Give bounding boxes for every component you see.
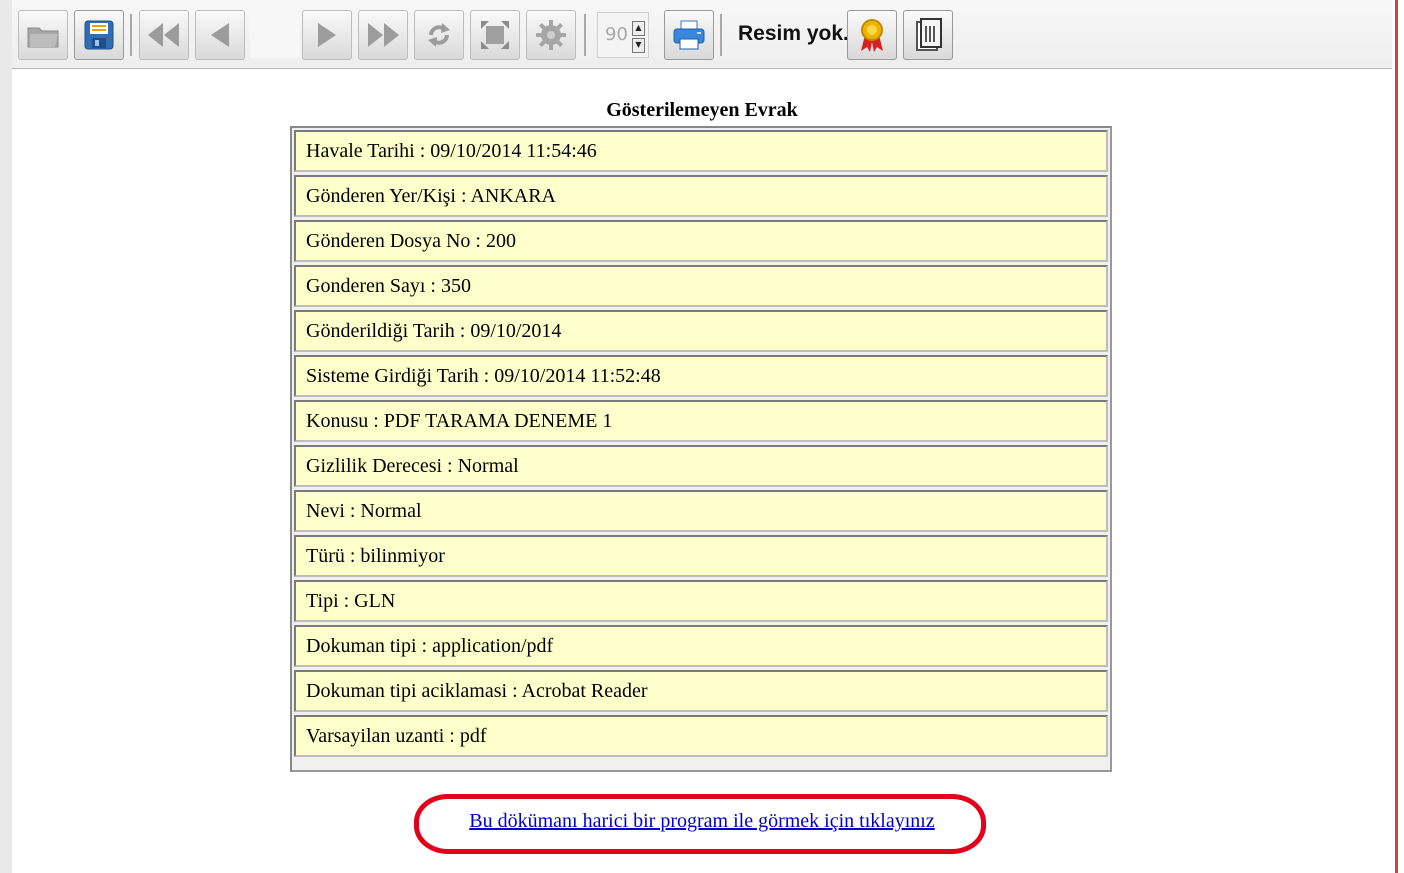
- right-frame-border: [1395, 0, 1398, 873]
- next-page-button[interactable]: [302, 10, 352, 60]
- first-page-icon: [146, 20, 182, 50]
- toolbar-separator: [584, 14, 586, 56]
- info-row-varsayilan-uzanti: Varsayilan uzanti : pdf: [294, 715, 1108, 757]
- info-row-gonderen-dosya-no: Gönderen Dosya No : 200: [294, 220, 1108, 262]
- open-button[interactable]: [18, 10, 68, 60]
- page-number-area: [250, 12, 300, 58]
- document-info-table: Havale Tarihi : 09/10/2014 11:54:46 Gönd…: [290, 126, 1112, 772]
- save-button[interactable]: [74, 10, 124, 60]
- document-icon: [914, 18, 942, 52]
- right-frame-edge: [1398, 0, 1404, 873]
- zoom-value: 90: [605, 24, 628, 45]
- zoom-stepper[interactable]: 90 ▲ ▼: [597, 12, 649, 58]
- prev-page-icon: [205, 20, 235, 50]
- last-page-icon: [365, 20, 401, 50]
- info-row-konusu: Konusu : PDF TARAMA DENEME 1: [294, 400, 1108, 442]
- certificate-button[interactable]: [847, 10, 897, 60]
- info-row-gizlilik-derecesi: Gizlilik Derecesi : Normal: [294, 445, 1108, 487]
- info-row-gonderen-sayi: Gonderen Sayı : 350: [294, 265, 1108, 307]
- page-title: Gösterilemeyen Evrak: [606, 99, 798, 121]
- zoom-spinner[interactable]: ▲ ▼: [632, 21, 645, 53]
- info-row-sisteme-girdigi-tarih: Sisteme Girdiği Tarih : 09/10/2014 11:52…: [294, 355, 1108, 397]
- save-icon: [83, 19, 115, 51]
- info-row-turu: Türü : bilinmiyor: [294, 535, 1108, 577]
- toolbar-separator: [130, 14, 132, 56]
- spin-down-icon[interactable]: ▼: [632, 38, 645, 53]
- certificate-icon: [857, 17, 887, 53]
- fit-page-icon: [479, 19, 511, 51]
- first-page-button[interactable]: [139, 10, 189, 60]
- info-row-gonderildigi-tarih: Gönderildiği Tarih : 09/10/2014: [294, 310, 1108, 352]
- print-icon: [672, 19, 706, 51]
- settings-button[interactable]: [526, 10, 576, 60]
- fit-page-button[interactable]: [470, 10, 520, 60]
- toolbar: 90 ▲ ▼ Resim yok.: [12, 0, 1392, 69]
- left-frame-strip: [0, 0, 12, 873]
- open-external-program-link[interactable]: Bu dökümanı harici bir program ile görme…: [0, 810, 1404, 833]
- info-row-dokuman-tipi: Dokuman tipi : application/pdf: [294, 625, 1108, 667]
- prev-page-button[interactable]: [195, 10, 245, 60]
- info-row-nevi: Nevi : Normal: [294, 490, 1108, 532]
- next-page-icon: [312, 20, 342, 50]
- open-icon: [26, 20, 60, 50]
- spin-up-icon[interactable]: ▲: [632, 21, 645, 36]
- info-row-tipi: Tipi : GLN: [294, 580, 1108, 622]
- info-row-havale-tarihi: Havale Tarihi : 09/10/2014 11:54:46: [294, 130, 1108, 172]
- rotate-icon: [423, 19, 455, 51]
- info-row-gonderen-yer: Gönderen Yer/Kişi : ANKARA: [294, 175, 1108, 217]
- settings-icon: [535, 19, 567, 51]
- last-page-button[interactable]: [358, 10, 408, 60]
- toolbar-separator: [720, 14, 722, 56]
- rotate-button[interactable]: [414, 10, 464, 60]
- image-status-label: Resim yok.: [738, 22, 849, 45]
- info-row-dokuman-tipi-aciklamasi: Dokuman tipi aciklamasi : Acrobat Reader: [294, 670, 1108, 712]
- print-button[interactable]: [664, 10, 714, 60]
- document-button[interactable]: [903, 10, 953, 60]
